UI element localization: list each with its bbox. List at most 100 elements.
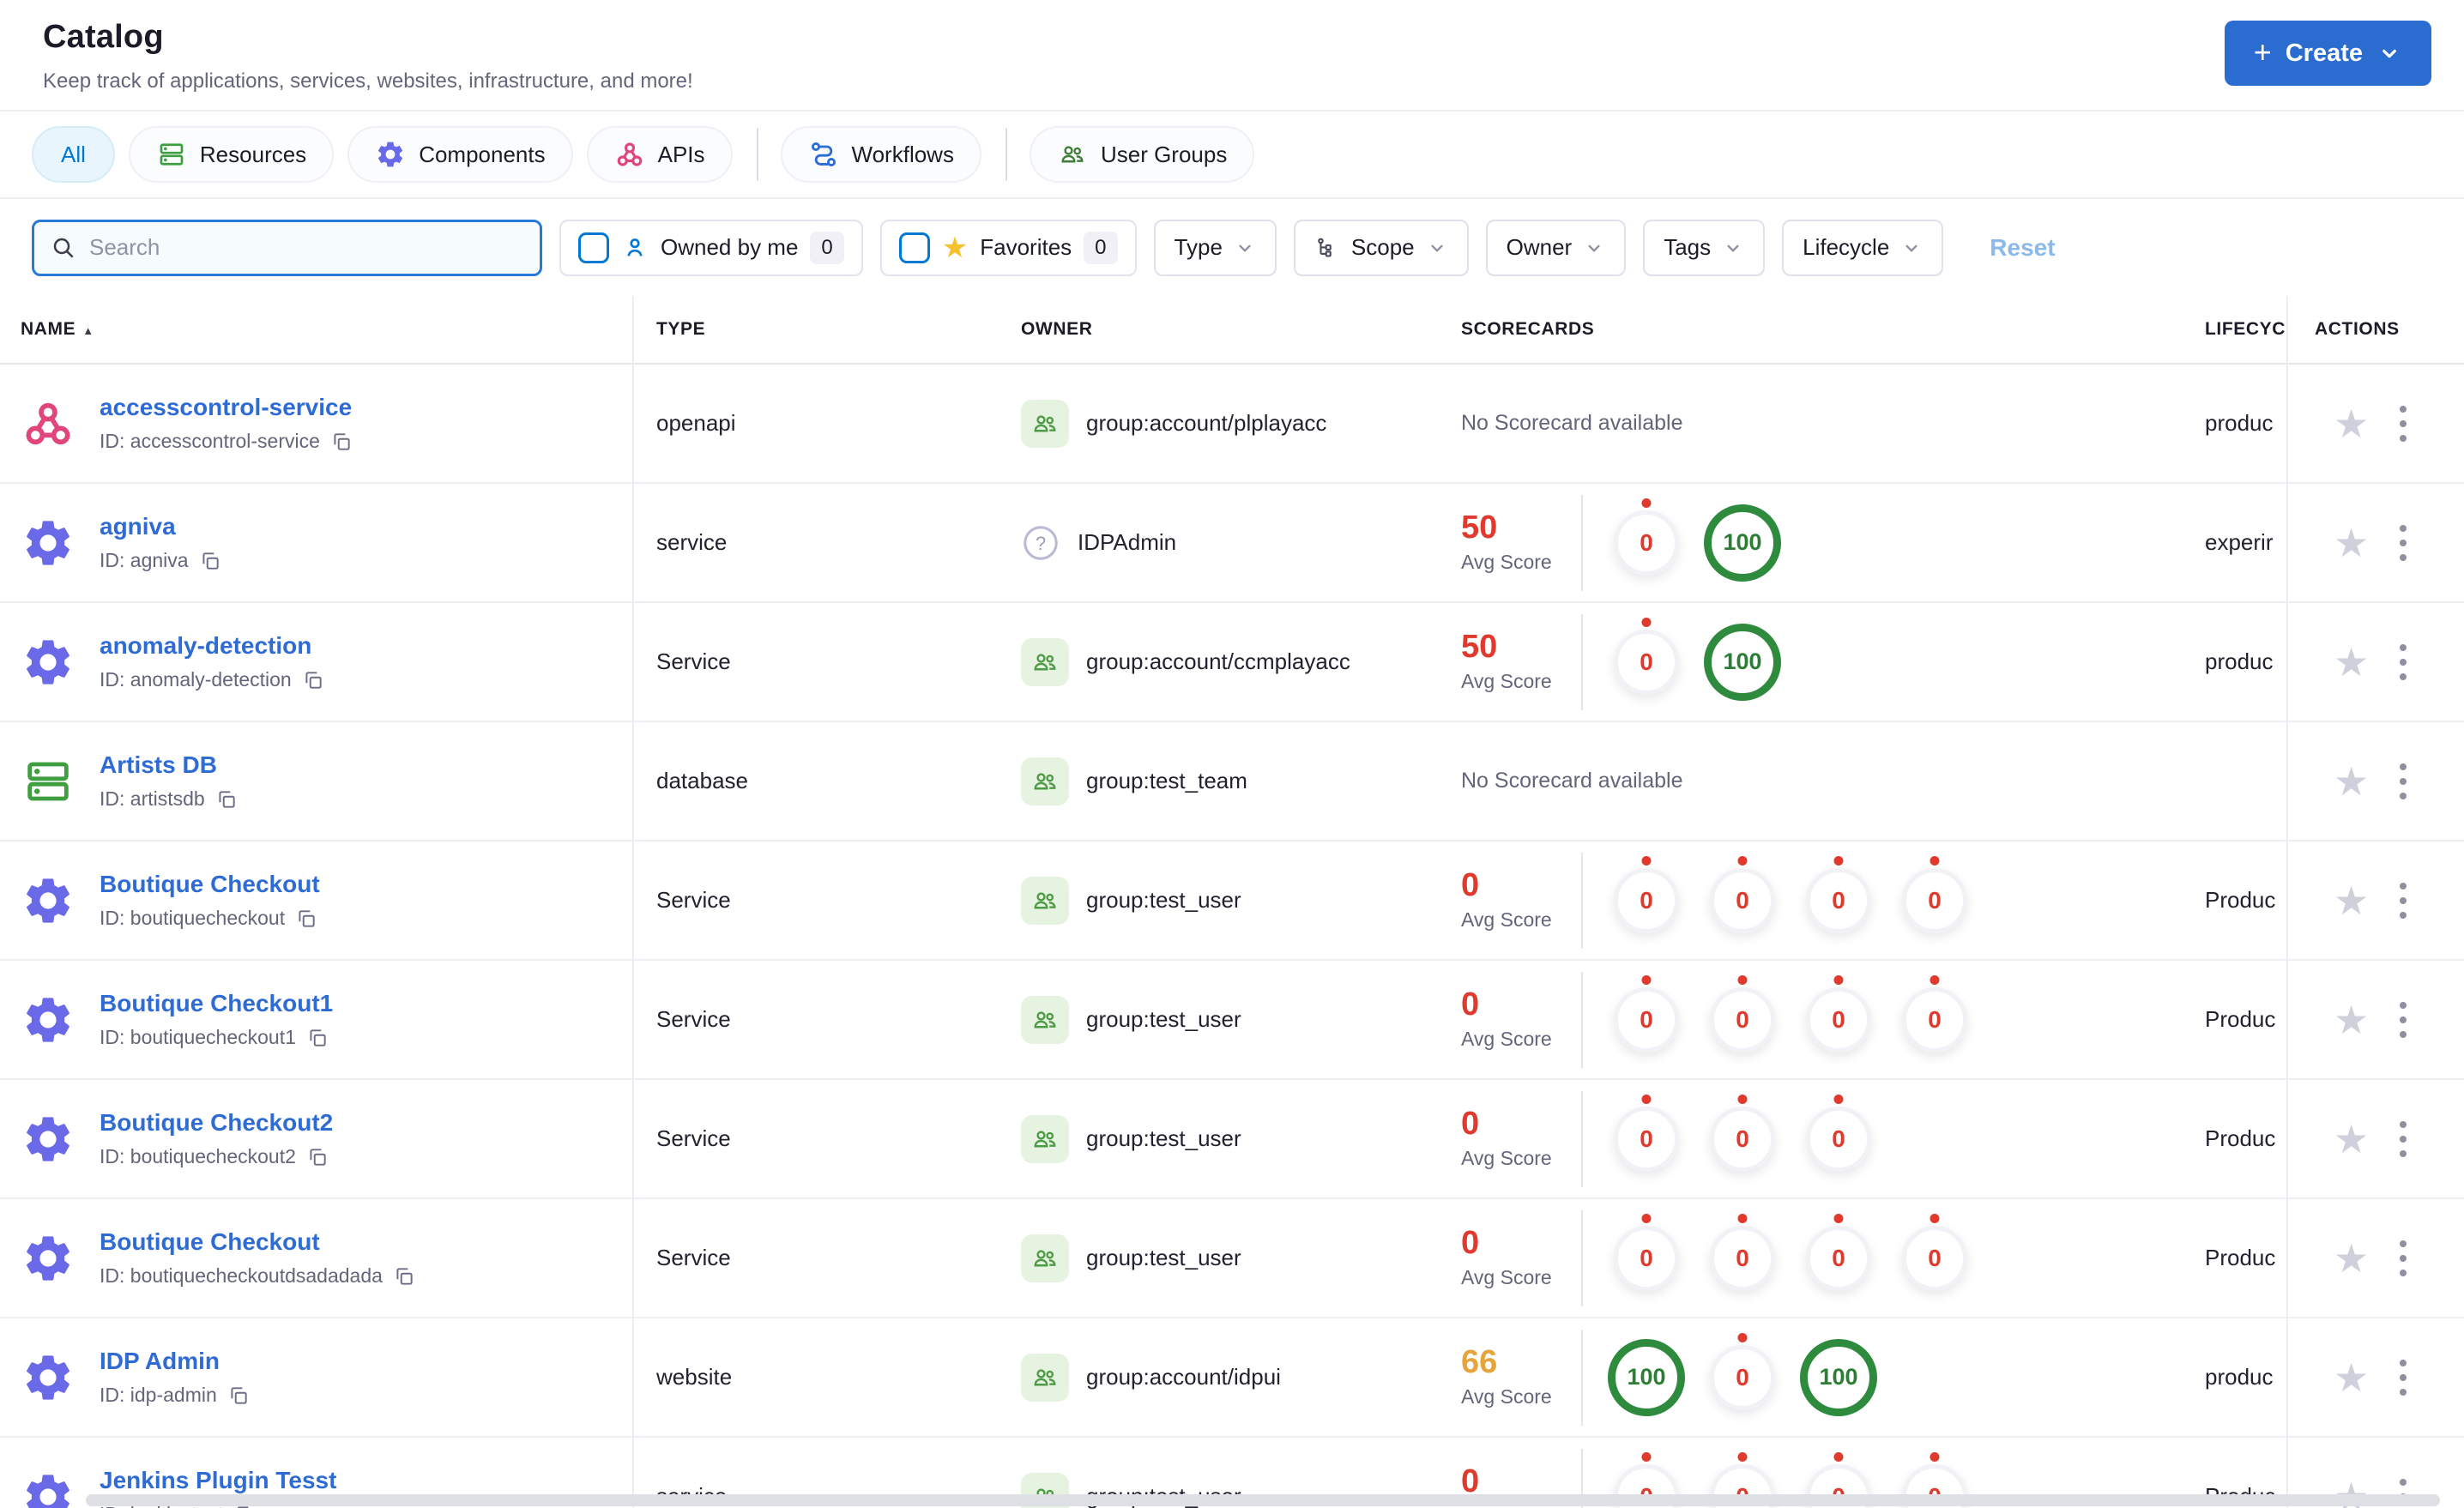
copy-icon[interactable] <box>306 1027 329 1049</box>
entity-id: ID: boutiquecheckout2 <box>100 1145 333 1168</box>
question-icon: ? <box>1021 523 1060 563</box>
scorecard-gauge[interactable]: 0 <box>1791 1094 1887 1172</box>
scorecard-gauge[interactable]: 100 <box>1598 1338 1694 1416</box>
copy-icon[interactable] <box>302 669 324 691</box>
entity-name-link[interactable]: Boutique Checkout2 <box>100 1109 333 1137</box>
scorecard-gauge[interactable]: 0 <box>1791 1213 1887 1291</box>
row-menu-button[interactable] <box>2395 520 2412 566</box>
row-menu-button[interactable] <box>2395 1235 2412 1282</box>
favorite-star-button[interactable]: ★ <box>2334 762 2369 801</box>
copy-icon[interactable] <box>295 908 317 930</box>
scorecard-gauge[interactable]: 0 <box>1598 1213 1694 1291</box>
gauge-marker-dot <box>1930 974 1940 985</box>
favorite-star-button[interactable]: ★ <box>2334 1358 2369 1397</box>
scorecard-gauge[interactable]: 0 <box>1791 855 1887 933</box>
scorecard-gauge[interactable]: 0 <box>1694 855 1791 933</box>
gauge-marker-dot <box>1737 1213 1748 1223</box>
entity-name-link[interactable]: IDP Admin <box>100 1348 250 1375</box>
scorecard-gauge[interactable]: 0 <box>1694 1213 1791 1291</box>
scorecard-gauge[interactable]: 0 <box>1694 1332 1791 1410</box>
tab-components[interactable]: Components <box>347 126 573 183</box>
favorite-star-button[interactable]: ★ <box>2334 404 2369 443</box>
copy-icon[interactable] <box>393 1265 415 1288</box>
lifecycle-filter-dropdown[interactable]: Lifecycle <box>1782 219 1944 276</box>
owned-by-me-filter[interactable]: Owned by me 0 <box>559 219 863 276</box>
horizontal-scrollbar[interactable] <box>86 1494 2440 1506</box>
scorecard-divider <box>1581 613 1583 710</box>
create-button[interactable]: + Create <box>2224 21 2431 86</box>
entity-name-link[interactable]: Boutique Checkout <box>100 871 320 898</box>
name-cell: anomaly-detection ID: anomaly-detection <box>0 632 632 691</box>
scorecard-gauge[interactable]: 0 <box>1598 974 1694 1053</box>
owner-cell: group:test_user <box>1021 995 1461 1044</box>
owner-filter-dropdown[interactable]: Owner <box>1485 219 1627 276</box>
favorite-star-button[interactable]: ★ <box>2334 881 2369 920</box>
search-input[interactable] <box>89 234 524 261</box>
scorecard-gauge[interactable]: 0 <box>1598 617 1694 695</box>
scorecard-gauge[interactable]: 0 <box>1598 855 1694 933</box>
table-row: Artists DB ID: artistsdb database group:tes… <box>0 722 2464 841</box>
type-filter-dropdown[interactable]: Type <box>1153 219 1277 276</box>
scope-filter-dropdown[interactable]: Scope <box>1293 219 1469 276</box>
entity-name-link[interactable]: Jenkins Plugin Tesst <box>100 1467 336 1494</box>
scorecard-gauge[interactable]: 0 <box>1791 974 1887 1053</box>
scope-icon <box>1314 235 1340 261</box>
favorite-star-button[interactable]: ★ <box>2334 1000 2369 1040</box>
tab-workflows[interactable]: Workflows <box>780 126 981 183</box>
tab-resources-label: Resources <box>199 141 307 167</box>
scorecard-gauge[interactable]: 0 <box>1694 974 1791 1053</box>
row-menu-button[interactable] <box>2395 401 2412 447</box>
tab-user-groups[interactable]: User Groups <box>1029 126 1255 183</box>
row-menu-button[interactable] <box>2395 758 2412 805</box>
scorecard-gauge[interactable]: 0 <box>1598 498 1694 576</box>
entity-name-link[interactable]: Boutique Checkout1 <box>100 990 333 1017</box>
owned-by-me-checkbox[interactable] <box>578 232 609 263</box>
favorite-star-button[interactable]: ★ <box>2334 1119 2369 1159</box>
favorite-star-button[interactable]: ★ <box>2334 1239 2369 1278</box>
create-button-label: Create <box>2285 39 2363 67</box>
row-menu-button[interactable] <box>2395 878 2412 924</box>
scorecard-gauge[interactable]: 100 <box>1791 1338 1887 1416</box>
row-menu-button[interactable] <box>2395 1354 2412 1401</box>
copy-icon[interactable] <box>306 1146 329 1168</box>
tab-apis[interactable]: APIs <box>586 126 733 183</box>
tags-filter-dropdown[interactable]: Tags <box>1643 219 1766 276</box>
favorites-checkbox[interactable] <box>898 232 930 263</box>
tab-all[interactable]: All <box>32 126 115 183</box>
scorecard-gauge[interactable]: 0 <box>1694 1094 1791 1172</box>
favorites-filter[interactable]: ★ Favorites 0 <box>879 219 1137 276</box>
entity-name-link[interactable]: accesscontrol-service <box>100 394 353 421</box>
name-block: Boutique Checkout2 ID: boutiquecheckout2 <box>100 1109 333 1168</box>
tab-resources[interactable]: Resources <box>128 126 335 183</box>
copy-icon[interactable] <box>215 788 238 811</box>
entity-name-link[interactable]: Boutique Checkout <box>100 1228 415 1256</box>
column-header-name[interactable]: NAME ▲ <box>0 319 632 340</box>
name-block: accesscontrol-service ID: accesscontrol-s… <box>100 394 353 453</box>
entity-name-link[interactable]: anomaly-detection <box>100 632 324 660</box>
scorecard-gauge[interactable]: 0 <box>1887 1213 1983 1291</box>
apis-icon <box>614 139 645 170</box>
scorecard-gauge[interactable]: 100 <box>1694 623 1791 701</box>
copy-icon[interactable] <box>199 550 221 572</box>
scorecard-divider <box>1581 1329 1583 1426</box>
gauge-marker-dot <box>1833 974 1844 985</box>
scorecard-gauge[interactable]: 0 <box>1598 1094 1694 1172</box>
row-menu-button[interactable] <box>2395 639 2412 685</box>
scorecard-gauge[interactable]: 0 <box>1887 855 1983 933</box>
copy-icon[interactable] <box>227 1384 250 1407</box>
gauge-marker-dot <box>1737 1451 1748 1462</box>
favorite-star-button[interactable]: ★ <box>2334 642 2369 682</box>
entity-name-link[interactable]: agniva <box>100 513 221 540</box>
row-menu-button[interactable] <box>2395 1116 2412 1162</box>
tab-separator <box>756 128 758 181</box>
copy-icon[interactable] <box>330 431 353 453</box>
type-value: Service <box>656 648 731 674</box>
scorecard-gauge[interactable]: 0 <box>1887 974 1983 1053</box>
favorite-star-button[interactable]: ★ <box>2334 523 2369 563</box>
avg-score: 50 Avg Score <box>1461 630 1581 693</box>
entity-name-link[interactable]: Artists DB <box>100 751 238 779</box>
row-menu-button[interactable] <box>2395 997 2412 1043</box>
scorecards-cell: 0 Avg Score 0 0 0 0 <box>1461 1209 2205 1306</box>
scorecard-gauge[interactable]: 100 <box>1694 504 1791 582</box>
reset-filters-button[interactable]: Reset <box>1990 234 2055 262</box>
